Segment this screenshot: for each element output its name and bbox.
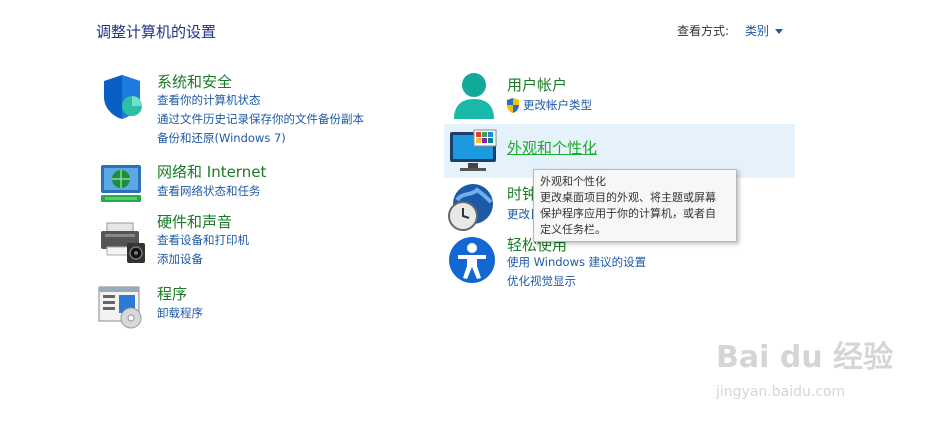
- page-title: 调整计算机的设置: [96, 23, 217, 41]
- link-network-status[interactable]: 查看网络状态和任务: [157, 182, 261, 201]
- category-appearance-personalization[interactable]: 外观和个性化: [507, 137, 597, 158]
- network-globe-icon[interactable]: [97, 159, 145, 207]
- link-view-computer-status[interactable]: 查看你的计算机状态: [157, 91, 261, 110]
- link-backup-restore[interactable]: 备份和还原(Windows 7): [157, 129, 286, 148]
- tooltip-title: 外观和个性化: [540, 175, 606, 188]
- baidu-watermark: Bai du 经验 jingyan.baidu.com: [716, 332, 896, 412]
- printer-icon[interactable]: [99, 217, 147, 265]
- chevron-down-icon: [775, 29, 784, 34]
- view-by-value: 类别: [745, 24, 770, 38]
- shield-icon[interactable]: [98, 73, 146, 121]
- appearance-tooltip: 外观和个性化 更改桌面项目的外观、将主题或屏幕 保护程序应用于你的计算机，或者自…: [533, 169, 737, 242]
- link-optimize-visual-display[interactable]: 优化视觉显示: [507, 272, 576, 291]
- link-add-device[interactable]: 添加设备: [157, 250, 203, 269]
- link-devices-printers[interactable]: 查看设备和打印机: [157, 231, 249, 250]
- watermark-url: jingyan.baidu.com: [716, 384, 846, 400]
- link-file-history-backup[interactable]: 通过文件历史记录保存你的文件备份副本: [157, 110, 364, 129]
- view-by-dropdown[interactable]: 类别: [745, 22, 784, 39]
- tooltip-line-2: 保护程序应用于你的计算机，或者自: [540, 207, 716, 220]
- tooltip-line-3: 定义任务栏。: [540, 223, 606, 236]
- tooltip-line-1: 更改桌面项目的外观、将主题或屏幕: [540, 191, 716, 204]
- view-by-label: 查看方式:: [677, 24, 730, 38]
- programs-icon[interactable]: [97, 284, 147, 330]
- user-account-icon[interactable]: [450, 71, 498, 121]
- link-recommended-settings[interactable]: 使用 Windows 建议的设置: [507, 253, 646, 272]
- link-uninstall-program[interactable]: 卸载程序: [157, 304, 203, 323]
- category-programs[interactable]: 程序: [157, 283, 187, 304]
- category-clock-region[interactable]: 时钟和区域: [507, 183, 533, 204]
- uac-shield-icon: [506, 97, 520, 113]
- category-network-internet[interactable]: 网络和 Internet: [157, 161, 266, 182]
- clock-globe-icon[interactable]: [447, 182, 497, 232]
- accessibility-icon[interactable]: [448, 236, 496, 284]
- link-change-date-time-format[interactable]: 更改日期、时间或数字格式: [507, 205, 533, 224]
- category-user-accounts[interactable]: 用户帐户: [507, 74, 567, 95]
- category-hardware-sound[interactable]: 硬件和声音: [157, 211, 232, 232]
- watermark-brand: Bai du 经验: [716, 340, 894, 375]
- clock-region-link-text: 更改日期、时间或数字格式: [507, 207, 533, 221]
- clock-region-title: 时钟和区域: [507, 185, 533, 203]
- link-change-account-type[interactable]: 更改帐户类型: [523, 96, 592, 115]
- category-system-security[interactable]: 系统和安全: [157, 71, 232, 92]
- monitor-personalize-icon[interactable]: [448, 128, 498, 172]
